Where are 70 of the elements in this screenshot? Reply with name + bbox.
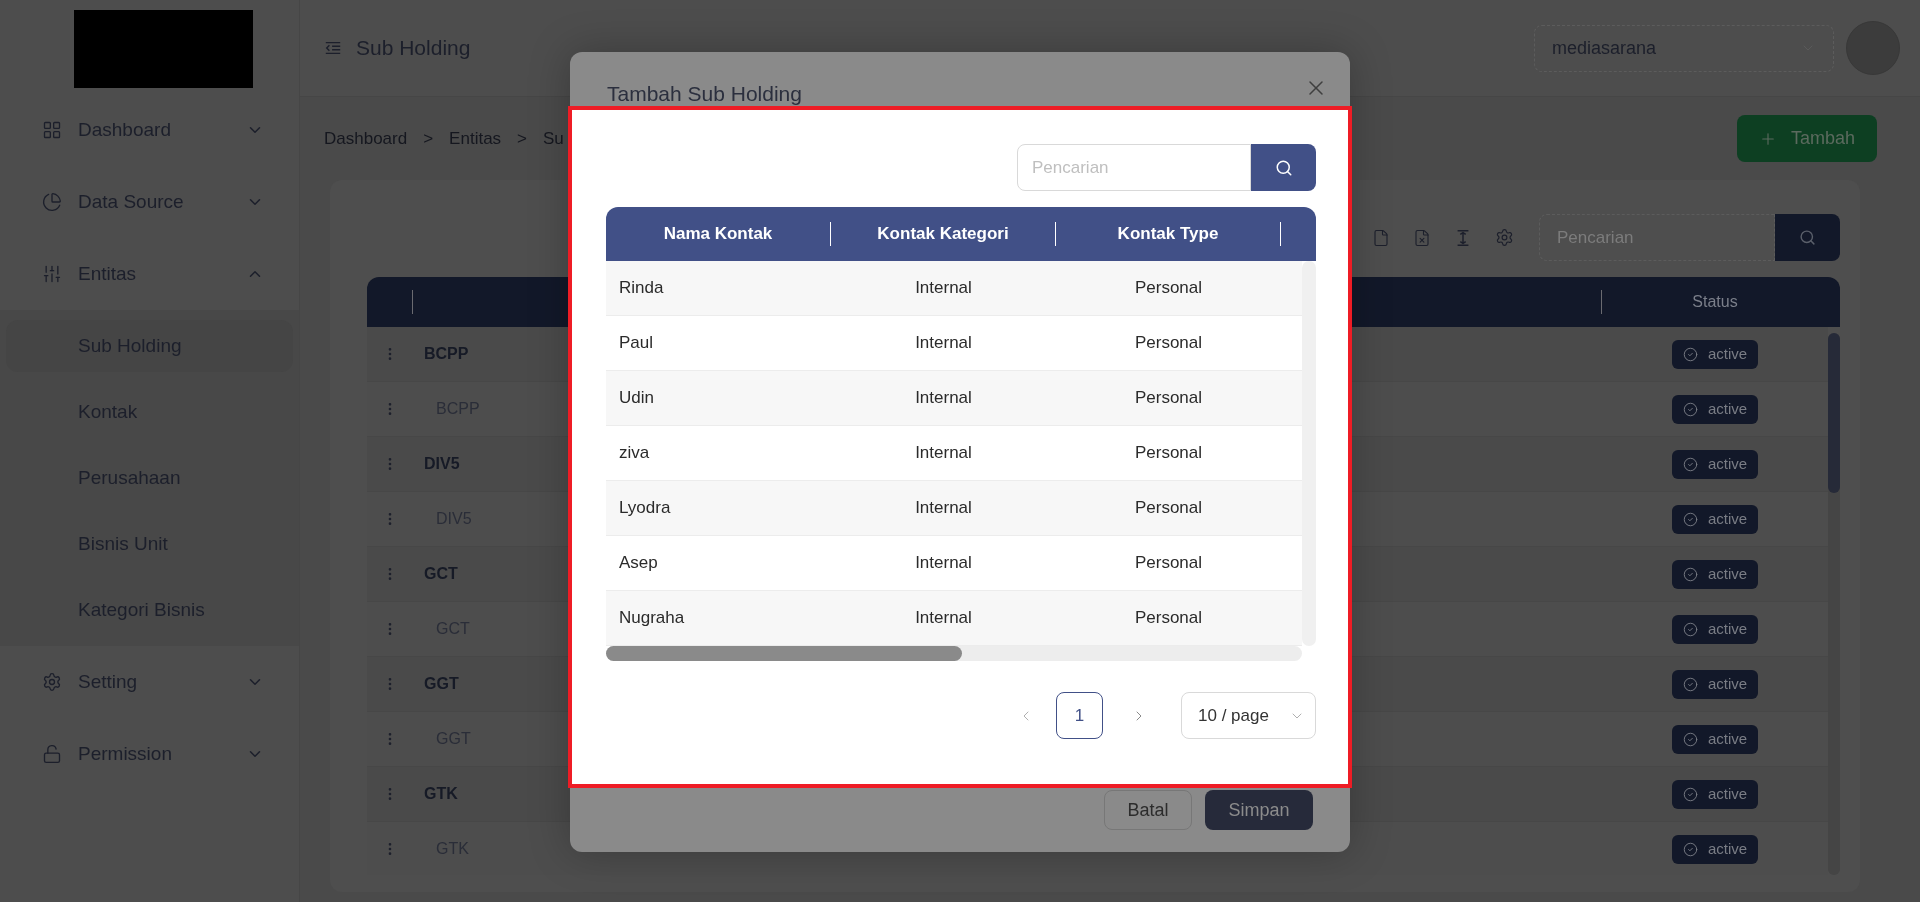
table-cell-text: Internal — [915, 552, 972, 575]
search-icon — [1274, 158, 1293, 177]
status-badge: active — [1671, 339, 1759, 369]
table-cell-text: Internal — [915, 277, 972, 300]
check-circle-icon — [1682, 786, 1698, 802]
excel-file-icon[interactable] — [1413, 228, 1431, 247]
check-circle-icon — [1682, 346, 1698, 362]
table-row[interactable]: Rinda Internal Personal — [606, 261, 1302, 316]
search-button[interactable] — [1251, 144, 1316, 191]
table-cell-text: Internal — [915, 497, 972, 520]
column-header: Status — [1692, 292, 1738, 312]
table-cell: Paul — [619, 333, 654, 353]
modal-title: Tambah Sub Holding — [607, 82, 803, 106]
status-badge: active — [1671, 449, 1759, 479]
table-cell-text: Personal — [1134, 607, 1203, 630]
breadcrumb-separator: > — [423, 127, 434, 150]
table-cell-text: Internal — [915, 607, 972, 630]
table-cell-text: Internal — [915, 332, 972, 355]
page-size-select[interactable]: 10 / page — [1181, 692, 1316, 739]
padlock-icon — [42, 744, 62, 764]
status-badge: active — [1671, 504, 1759, 534]
column-header: Kontak Kategori — [877, 223, 1009, 246]
table-cell-text: Personal — [1134, 497, 1203, 520]
check-circle-icon — [1682, 621, 1698, 637]
table-cell-text: Personal — [1134, 332, 1203, 355]
status-badge: active — [1671, 724, 1759, 754]
table-cell: Lyodra — [619, 498, 671, 518]
gear-icon — [42, 672, 62, 692]
settings-icon[interactable] — [1495, 228, 1514, 247]
pdf-file-icon[interactable] — [1372, 228, 1390, 247]
table-row[interactable]: Udin Internal Personal — [606, 371, 1302, 426]
sliders-icon — [42, 264, 62, 284]
pie-chart-icon — [42, 192, 62, 212]
status-badge: active — [1671, 669, 1759, 699]
check-circle-icon — [1682, 401, 1698, 417]
table-cell-text: Internal — [915, 442, 972, 465]
table-cell-text: Personal — [1134, 277, 1203, 300]
search-field[interactable]: Pencarian — [1017, 144, 1251, 191]
check-circle-icon — [1682, 731, 1698, 747]
save-button[interactable]: Simpan — [1205, 790, 1313, 830]
column-header: Nama Kontak — [663, 223, 773, 246]
table-row[interactable]: Nugraha Internal Personal — [606, 591, 1302, 646]
table-cell: ziva — [619, 443, 650, 463]
status-badge: active — [1671, 559, 1759, 589]
check-circle-icon — [1682, 676, 1698, 692]
page-button[interactable]: 1 — [1056, 692, 1103, 739]
status-badge: active — [1671, 834, 1759, 864]
check-circle-icon — [1682, 841, 1698, 857]
check-circle-icon — [1682, 511, 1698, 527]
status-badge: active — [1671, 614, 1759, 644]
table-cell-text: Personal — [1134, 442, 1203, 465]
table-cell: Rinda — [619, 278, 664, 298]
check-circle-icon — [1682, 456, 1698, 472]
check-circle-icon — [1682, 566, 1698, 582]
breadcrumb-separator: > — [517, 127, 528, 150]
add-button[interactable]: Tambah — [1736, 115, 1877, 162]
table-cell: Asep — [619, 553, 658, 573]
status-badge: active — [1671, 779, 1759, 809]
cancel-button[interactable]: Batal — [1104, 790, 1192, 830]
grid-icon — [42, 120, 62, 140]
search-icon — [1799, 229, 1816, 246]
table-cell: Udin — [619, 388, 654, 408]
table-cell-text: Personal — [1134, 552, 1203, 575]
table-row[interactable]: Lyodra Internal Personal — [606, 481, 1302, 536]
table-cell: Nugraha — [619, 608, 685, 628]
status-badge: active — [1671, 394, 1759, 424]
table-cell-text: Personal — [1134, 387, 1203, 410]
indent-icon — [324, 39, 342, 57]
column-header: Kontak Type — [1117, 223, 1219, 246]
table-cell-text: Internal — [915, 387, 972, 410]
